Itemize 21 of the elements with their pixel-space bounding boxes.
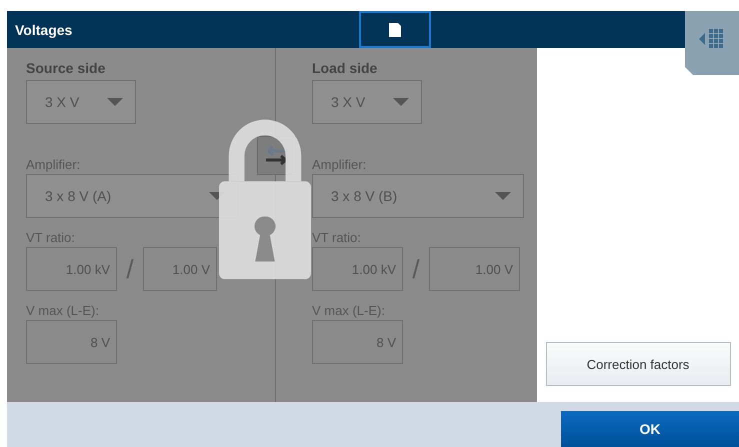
ratio-separator: / <box>125 254 135 284</box>
mode-dropdown[interactable]: 3 X V <box>312 80 422 124</box>
section-title: Source side <box>26 60 106 78</box>
caret-icon <box>107 98 123 106</box>
ok-button[interactable]: OK <box>561 411 739 447</box>
vt-primary-field[interactable]: 1.00 kV <box>312 247 403 291</box>
caret-icon <box>495 192 511 200</box>
vmax-field[interactable]: 8 V <box>26 320 117 364</box>
mode-dropdown[interactable]: 3 X V <box>26 80 136 124</box>
file-icon <box>389 22 401 36</box>
folder-tab[interactable] <box>359 11 431 48</box>
vmax-field[interactable]: 8 V <box>312 320 403 364</box>
vt-secondary-field[interactable]: 1.00 V <box>429 247 520 291</box>
window-title: Voltages <box>14 22 74 38</box>
correction-factors-button[interactable]: Correction factors <box>546 342 730 386</box>
caret-icon <box>393 98 409 106</box>
amplifier-dropdown[interactable]: 3 x 8 V (B) <box>312 174 524 218</box>
vt-primary-field[interactable]: 1.00 kV <box>26 247 117 291</box>
ratio-separator: / <box>411 254 421 284</box>
vt-secondary-field[interactable]: 1.00 V <box>143 247 217 291</box>
section-title: Load side <box>312 60 378 78</box>
